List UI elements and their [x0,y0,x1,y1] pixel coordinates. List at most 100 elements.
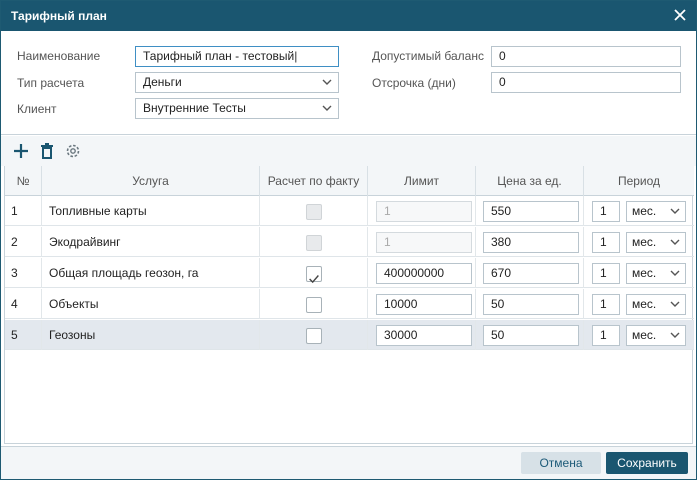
fact-cell [260,258,368,288]
row-number: 4 [5,289,42,319]
tariff-plan-dialog: Тарифный план Наименование Тарифный план… [0,0,697,480]
client-select[interactable]: Внутренние Тесты [135,98,339,119]
header-num: № [5,166,42,196]
grid-toolbar [1,136,696,166]
cancel-button[interactable]: Отмена [521,452,601,474]
service-name: Объекты [42,289,260,319]
row-number: 2 [5,227,42,257]
period-unit-value: мес. [632,266,657,280]
fact-checkbox[interactable] [306,328,322,344]
limit-cell: 30000 [368,320,476,350]
period-unit-value: мес. [632,328,657,342]
limit-cell: 1 [368,196,476,226]
name-input-value: Тарифный план - тестовый [143,49,295,63]
settings-icon[interactable] [64,142,82,160]
period-unit-value: мес. [632,204,657,218]
calc-type-label: Тип расчета [17,76,85,90]
price-input[interactable]: 550 [483,201,579,222]
fact-cell [260,227,368,257]
period-unit-select[interactable]: мес. [626,294,686,315]
limit-cell: 400000000 [368,258,476,288]
limit-input[interactable]: 10000 [376,294,472,315]
chevron-down-icon [322,105,332,111]
delete-icon[interactable] [38,142,56,160]
limit-cell: 1 [368,227,476,257]
period-unit-value: мес. [632,235,657,249]
dialog-footer: Отмена Сохранить [1,446,696,479]
add-icon[interactable] [12,142,30,160]
period-unit-value: мес. [632,297,657,311]
close-icon[interactable] [672,7,688,23]
service-name: Экодрайвинг [42,227,260,257]
fact-checkbox [306,235,322,251]
limit-input: 1 [376,232,472,253]
name-input[interactable]: Тарифный план - тестовый| [135,46,339,67]
dialog-titlebar: Тарифный план [1,1,696,31]
period-count-input[interactable]: 1 [592,325,620,346]
chevron-down-icon [670,208,680,214]
calc-type-select[interactable]: Деньги [135,72,339,93]
deferral-input[interactable]: 0 [491,72,681,93]
table-row[interactable]: 4 Объекты 10000 50 1 мес. [5,289,694,319]
price-input[interactable]: 50 [483,294,579,315]
client-value: Внутренние Тесты [143,101,246,115]
row-number: 3 [5,258,42,288]
plan-form: Наименование Тарифный план - тестовый| Т… [1,31,696,135]
period-count-input[interactable]: 1 [592,294,620,315]
period-cell: 1 мес. [584,320,694,350]
period-cell: 1 мес. [584,289,694,319]
table-row[interactable]: 5 Геозоны 30000 50 1 мес. [5,320,694,350]
period-unit-select[interactable]: мес. [626,325,686,346]
fact-checkbox[interactable] [306,266,322,284]
period-cell: 1 мес. [584,258,694,288]
period-unit-select[interactable]: мес. [626,232,686,253]
balance-value: 0 [499,49,506,63]
dialog-title: Тарифный план [11,9,107,23]
header-limit: Лимит [368,166,476,196]
service-name: Топливные карты [42,196,260,226]
table-header: № Услуга Расчет по факту Лимит Цена за е… [5,166,694,196]
limit-cell: 10000 [368,289,476,319]
save-button[interactable]: Сохранить [606,452,688,474]
limit-input[interactable]: 400000000 [376,263,472,284]
calc-type-value: Деньги [143,75,182,89]
chevron-down-icon [670,332,680,338]
chevron-down-icon [670,270,680,276]
price-cell: 670 [476,258,584,288]
table-row[interactable]: 3 Общая площадь геозон, га 400000000 670 1 ме… [5,258,694,288]
period-count-input[interactable]: 1 [592,263,620,284]
deferral-value: 0 [499,75,506,89]
header-period: Период [617,174,661,188]
period-unit-select[interactable]: мес. [626,263,686,284]
fact-checkbox [306,204,322,220]
price-input[interactable]: 380 [483,232,579,253]
limit-input[interactable]: 30000 [376,325,472,346]
period-unit-select[interactable]: мес. [626,201,686,222]
client-label: Клиент [17,102,57,116]
period-count-input[interactable]: 1 [592,201,620,222]
name-label: Наименование [17,49,101,63]
row-number: 5 [5,320,42,350]
period-cell: 1 мес. [584,227,694,257]
price-cell: 50 [476,289,584,319]
fact-checkbox[interactable] [306,297,322,313]
price-input[interactable]: 670 [483,263,579,284]
balance-label: Допустимый баланс [372,49,484,63]
table-row[interactable]: 1 Топливные карты 1 550 1 мес. [5,196,694,226]
service-name: Геозоны [42,320,260,350]
price-cell: 50 [476,320,584,350]
price-cell: 380 [476,227,584,257]
header-price: Цена за ед. [476,166,584,196]
services-table: № Услуга Расчет по факту Лимит Цена за е… [4,166,694,444]
deferral-label: Отсрочка (дни) [372,76,456,90]
table-row[interactable]: 2 Экодрайвинг 1 380 1 мес. [5,227,694,257]
chevron-down-icon [322,79,332,85]
fact-cell [260,289,368,319]
price-cell: 550 [476,196,584,226]
period-count-input[interactable]: 1 [592,232,620,253]
price-input[interactable]: 50 [483,325,579,346]
period-cell: 1 мес. [584,196,694,226]
balance-input[interactable]: 0 [491,46,681,67]
fact-cell [260,196,368,226]
header-fact: Расчет по факту [260,166,368,196]
